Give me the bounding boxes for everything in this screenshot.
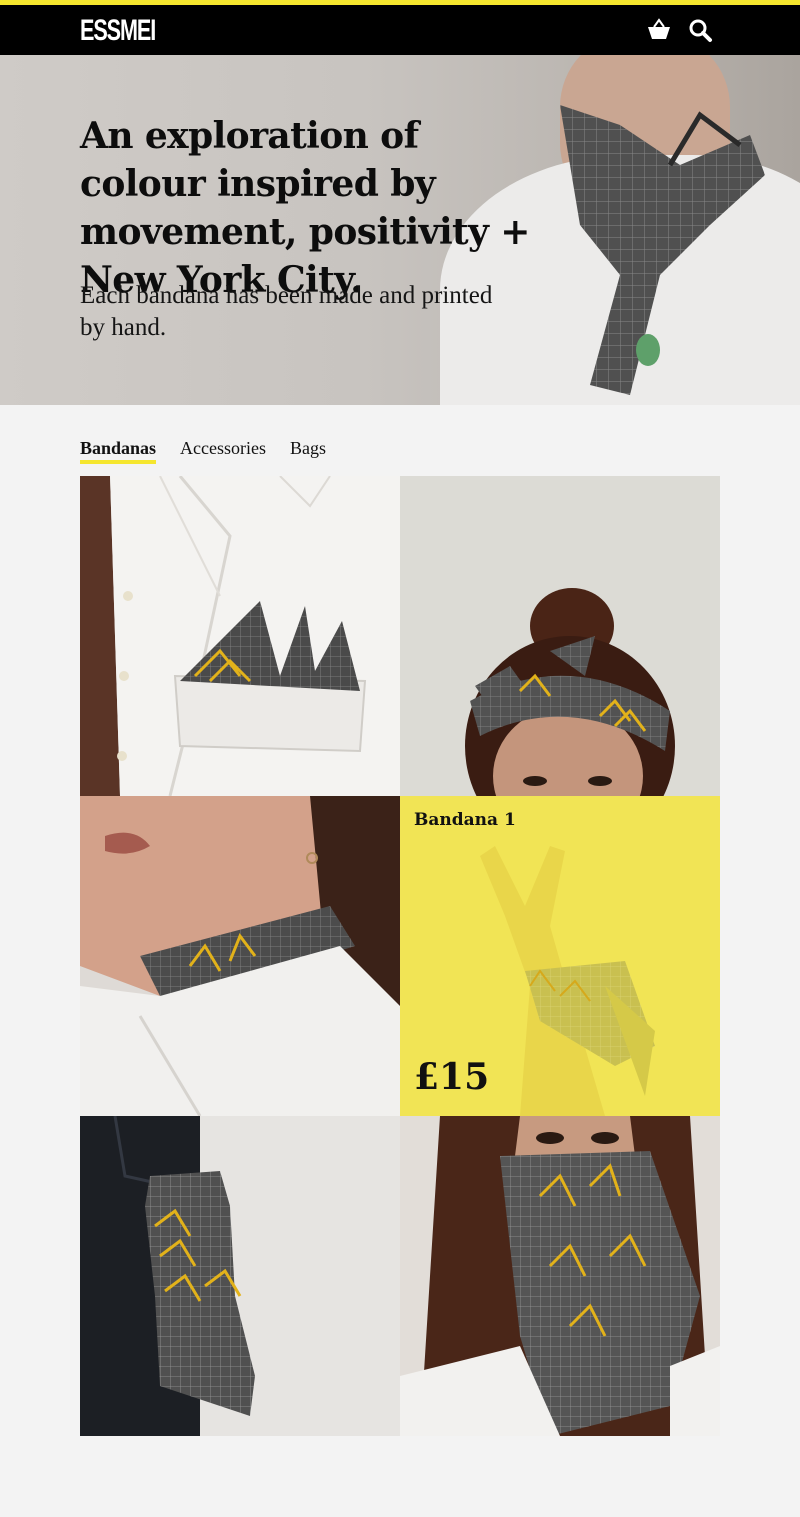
tab-bags[interactable]: Bags [290, 436, 326, 462]
basket-icon[interactable] [645, 17, 673, 43]
product-tile-headband[interactable] [400, 476, 720, 796]
product-price: £15 [414, 1056, 490, 1098]
tab-accessories[interactable]: Accessories [180, 436, 266, 462]
hero-banner: An exploration of colour inspired by mov… [0, 55, 800, 405]
product-name: Bandana 1 [414, 810, 516, 830]
pocket-square-shirt-photo [80, 476, 400, 796]
pocket-bandana-jeans-photo [80, 1116, 400, 1436]
tab-bandanas[interactable]: Bandanas [80, 436, 157, 464]
product-tile-bandana-1[interactable]: Bandana 1 £15 [400, 796, 720, 1116]
headband-photo [400, 476, 720, 796]
product-tile-neck-bandana[interactable] [80, 796, 400, 1116]
hero-subtext: Each bandana has been made and printed b… [80, 282, 493, 341]
product-grid: Bandana 1 £15 [80, 476, 720, 1436]
category-tabs: Bandanas Accessories Bags [80, 436, 350, 464]
hero-headline: An exploration of colour inspired by mov… [80, 115, 530, 301]
brand-logo[interactable]: ESSMEI [80, 12, 156, 50]
product-tile-pocket-square[interactable] [80, 476, 400, 796]
product-tile-face-mask[interactable] [400, 1116, 720, 1436]
product-tile-pocket-bandana[interactable] [80, 1116, 400, 1436]
face-mask-bandana-photo [400, 1116, 720, 1436]
hero-bandana-illustration [560, 105, 765, 395]
neck-bandana-photo [80, 796, 400, 1116]
search-icon[interactable] [687, 17, 715, 43]
site-header: ESSMEI [0, 5, 800, 55]
